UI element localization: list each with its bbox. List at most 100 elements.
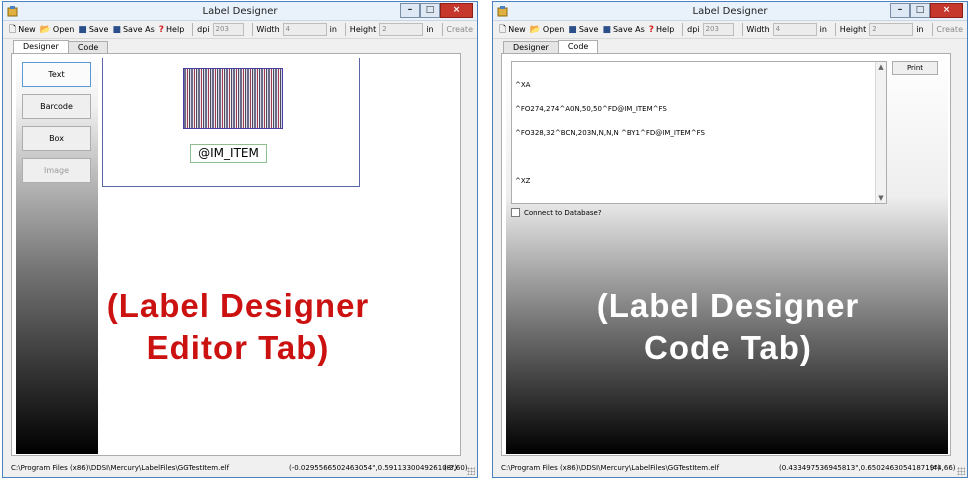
image-tool-button[interactable]: Image: [22, 158, 91, 183]
open-label: Open: [542, 25, 565, 34]
create-button[interactable]: Create: [446, 25, 473, 34]
status-coordinates: (-0.0295566502463054",0.591133004926108"…: [289, 464, 458, 472]
height-group: Height 2 in: [350, 23, 434, 36]
barcode-tool-button[interactable]: Barcode: [22, 94, 91, 119]
new-button[interactable]: 🗋 New: [499, 22, 526, 38]
height-group: Height 2 in: [840, 23, 924, 36]
annotation-caption-code-tab: (Label Designer Code Tab): [493, 285, 963, 369]
text-element[interactable]: @IM_ITEM: [190, 144, 267, 163]
resize-grip[interactable]: [957, 467, 965, 475]
close-button[interactable]: ×: [930, 3, 963, 18]
annotation-line: (Label Designer: [596, 287, 860, 324]
status-position: (-3,60): [444, 464, 468, 472]
label-designer-window-code: Label Designer – □ × 🗋 New 📂 Open ■ Save ■ S…: [492, 1, 968, 478]
tab-code[interactable]: Code: [67, 41, 109, 53]
height-unit: in: [426, 25, 434, 34]
annotation-caption-editor-tab: (Label Designer Editor Tab): [3, 285, 473, 369]
height-field[interactable]: 2: [379, 23, 424, 36]
code-lines: ^XA ^FO274,274^A0N,50,50^FD@IM_ITEM^FS ^…: [515, 65, 705, 201]
maximize-button[interactable]: □: [910, 3, 930, 18]
save-as-button[interactable]: ■ Save As: [602, 25, 644, 35]
toolbar-separator: [931, 23, 933, 36]
scroll-down-arrow-icon[interactable]: ▼: [876, 193, 886, 203]
width-group: Width 4 in: [256, 23, 337, 36]
resize-grip[interactable]: [467, 467, 475, 475]
toolbar: 🗋 New 📂 Open ■ Save ■ Save As ? Help dpi 203 W…: [3, 21, 477, 39]
code-tab-panel: ^XA ^FO274,274^A0N,50,50^FD@IM_ITEM^FS ^…: [501, 53, 951, 456]
new-file-icon: 🗋: [499, 24, 507, 35]
create-label: Create: [446, 25, 473, 34]
title-bar: Label Designer – □ ×: [493, 2, 967, 21]
connect-to-database-label: Connect to Database?: [524, 208, 602, 217]
status-bar: C:\Program Files (x86)\DDSI\Mercury\Labe…: [3, 459, 477, 477]
dpi-label: dpi: [687, 25, 700, 34]
help-icon: ?: [648, 24, 655, 35]
window-controls: – □ ×: [400, 3, 473, 18]
label-area[interactable]: @IM_ITEM: [102, 58, 360, 187]
tab-strip: Designer Code: [503, 40, 599, 53]
vertical-scrollbar[interactable]: ▲ ▼: [875, 62, 886, 203]
title-bar: Label Designer – □ ×: [3, 2, 477, 21]
save-label: Save: [578, 25, 599, 34]
create-button[interactable]: Create: [936, 25, 963, 34]
checkbox-box[interactable]: [511, 208, 520, 217]
save-button[interactable]: ■ Save: [568, 25, 598, 35]
dpi-group: dpi 203: [687, 23, 734, 36]
help-label: Help: [166, 25, 185, 34]
print-button[interactable]: Print: [892, 61, 938, 75]
dpi-field[interactable]: 203: [212, 23, 244, 36]
annotation-line: Editor Tab): [146, 329, 330, 366]
toolbar-separator: [344, 23, 346, 36]
open-label: Open: [52, 25, 75, 34]
tab-designer[interactable]: Designer: [13, 40, 69, 53]
tab-strip: Designer Code: [13, 40, 109, 53]
text-tool-button[interactable]: Text: [22, 62, 91, 87]
help-icon: ?: [158, 24, 165, 35]
toolbar-separator: [192, 23, 194, 36]
width-field[interactable]: 4: [282, 23, 327, 36]
new-label: New: [508, 25, 526, 34]
zpl-code-editor[interactable]: ^XA ^FO274,274^A0N,50,50^FD@IM_ITEM^FS ^…: [511, 61, 887, 204]
dpi-group: dpi 203: [197, 23, 244, 36]
height-unit: in: [916, 25, 924, 34]
open-folder-icon: 📂: [529, 24, 541, 35]
tool-panel: Text Barcode Box Image: [16, 58, 98, 454]
annotation-line: (Label Designer: [106, 287, 370, 324]
open-button[interactable]: 📂 Open: [530, 25, 565, 35]
close-button[interactable]: ×: [440, 3, 473, 18]
status-coordinates: (0.433497536945813",0.650246305418719"): [779, 464, 941, 472]
new-file-icon: 🗋: [9, 24, 17, 35]
code-panel-background: ^XA ^FO274,274^A0N,50,50^FD@IM_ITEM^FS ^…: [506, 58, 948, 454]
toolbar: 🗋 New 📂 Open ■ Save ■ Save As ? Help dpi 203 W…: [493, 21, 967, 39]
create-label: Create: [936, 25, 963, 34]
help-button[interactable]: ? Help: [649, 25, 674, 35]
code-line: ^FO328,32^BCN,203N,N,N,N ^BY1^FD@IM_ITEM…: [515, 129, 705, 137]
tab-designer[interactable]: Designer: [503, 41, 559, 53]
width-label: Width: [256, 25, 280, 34]
width-field[interactable]: 4: [772, 23, 817, 36]
height-field[interactable]: 2: [869, 23, 914, 36]
save-button[interactable]: ■ Save: [78, 25, 108, 35]
maximize-button[interactable]: □: [420, 3, 440, 18]
minimize-button[interactable]: –: [400, 3, 420, 18]
open-button[interactable]: 📂 Open: [40, 25, 75, 35]
width-unit: in: [819, 25, 827, 34]
dpi-label: dpi: [197, 25, 210, 34]
scroll-up-arrow-icon[interactable]: ▲: [876, 62, 886, 72]
code-line: ^XA: [515, 81, 531, 89]
connect-to-database-checkbox[interactable]: Connect to Database?: [511, 208, 602, 217]
minimize-button[interactable]: –: [890, 3, 910, 18]
barcode-element[interactable]: [183, 68, 283, 129]
save-as-button[interactable]: ■ Save As: [112, 25, 154, 35]
toolbar-separator: [251, 23, 253, 36]
save-icon: ■: [78, 24, 87, 35]
save-as-icon: ■: [602, 24, 611, 35]
tab-code[interactable]: Code: [557, 40, 599, 53]
status-file-path: C:\Program Files (x86)\DDSI\Mercury\Labe…: [11, 464, 230, 472]
help-button[interactable]: ? Help: [159, 25, 184, 35]
dpi-field[interactable]: 203: [702, 23, 734, 36]
new-button[interactable]: 🗋 New: [9, 22, 36, 38]
design-canvas[interactable]: @IM_ITEM: [100, 58, 456, 454]
box-tool-button[interactable]: Box: [22, 126, 91, 151]
